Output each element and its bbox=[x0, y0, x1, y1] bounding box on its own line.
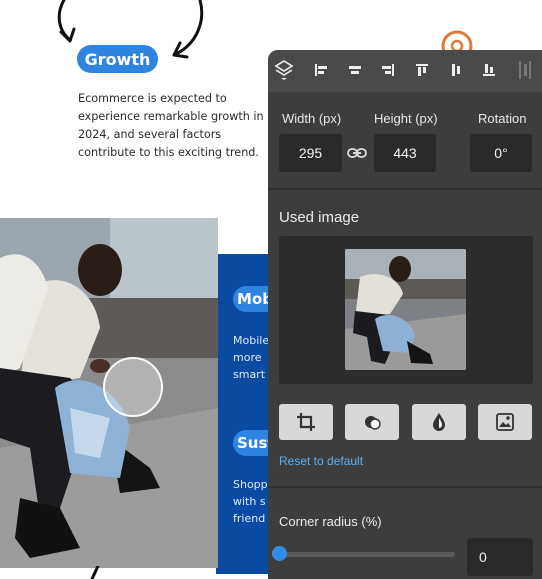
corner-radius-slider-handle[interactable] bbox=[272, 546, 287, 561]
section-text-1[interactable]: Mobile more smart bbox=[233, 332, 273, 383]
align-right-icon[interactable] bbox=[377, 59, 399, 81]
layers-icon[interactable] bbox=[273, 59, 295, 81]
divider bbox=[268, 188, 542, 190]
color-drop-icon[interactable] bbox=[412, 404, 466, 440]
corner-radius-input[interactable]: 0 bbox=[467, 538, 533, 576]
properties-panel: Width (px) Height (px) Rotation 295 443 … bbox=[268, 50, 542, 579]
align-center-horizontal-icon[interactable] bbox=[344, 59, 366, 81]
crop-icon[interactable] bbox=[279, 404, 333, 440]
height-input[interactable]: 443 bbox=[374, 134, 436, 172]
rotation-label: Rotation bbox=[478, 111, 527, 126]
width-input[interactable]: 295 bbox=[279, 134, 342, 172]
divider bbox=[268, 486, 542, 488]
image-replace-icon[interactable] bbox=[478, 404, 532, 440]
align-middle-vertical-icon[interactable] bbox=[445, 59, 467, 81]
alignment-toolbar bbox=[268, 50, 542, 92]
align-left-icon[interactable] bbox=[310, 59, 332, 81]
align-top-icon[interactable] bbox=[411, 59, 433, 81]
used-image-preview-area bbox=[279, 236, 533, 384]
corner-radius-label: Corner radius (%) bbox=[279, 514, 382, 529]
width-label: Width (px) bbox=[282, 111, 342, 126]
distribute-icon[interactable] bbox=[514, 59, 536, 81]
arrow-tail-decoration bbox=[90, 566, 100, 579]
corner-radius-slider-track[interactable] bbox=[279, 552, 455, 557]
shape-mask-icon[interactable] bbox=[345, 404, 399, 440]
section-text-2[interactable]: Shopp with s friend bbox=[233, 476, 273, 527]
used-image-thumbnail[interactable] bbox=[345, 249, 466, 370]
reset-to-default-link[interactable]: Reset to default bbox=[279, 454, 363, 468]
magnifier-lens[interactable] bbox=[103, 357, 163, 417]
align-bottom-icon[interactable] bbox=[478, 59, 500, 81]
link-icon[interactable] bbox=[346, 143, 368, 163]
rotation-input[interactable]: 0° bbox=[470, 134, 532, 172]
used-image-title: Used image bbox=[279, 209, 360, 226]
height-label: Height (px) bbox=[374, 111, 438, 126]
growth-body-text[interactable]: Ecommerce is expected to experience rema… bbox=[78, 90, 270, 162]
growth-heading[interactable]: Growth bbox=[77, 45, 158, 73]
